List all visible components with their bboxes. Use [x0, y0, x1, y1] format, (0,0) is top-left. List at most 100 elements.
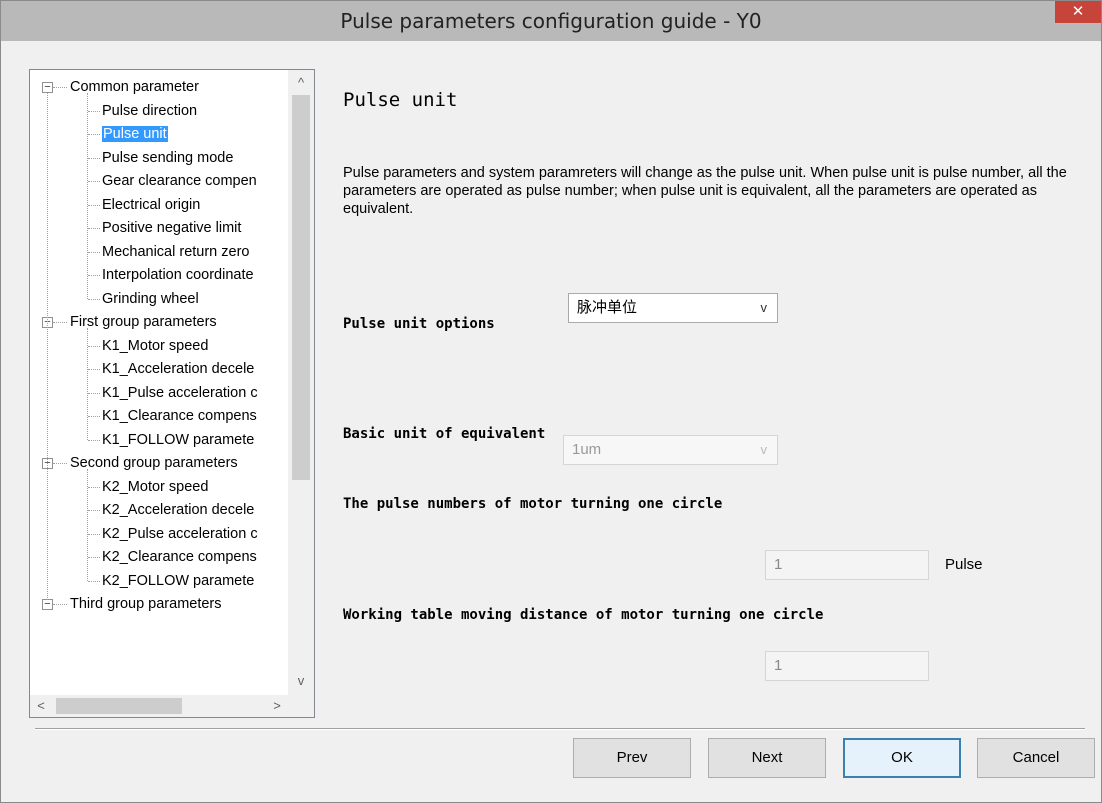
tree-connector	[88, 181, 100, 182]
tree-connector	[53, 322, 67, 323]
tree-connector	[88, 510, 100, 511]
tree-connector	[88, 557, 100, 558]
horizontal-scroll-thumb[interactable]	[56, 698, 182, 714]
tree-group[interactable]: Common parameter	[70, 76, 199, 98]
cancel-button[interactable]: Cancel	[977, 738, 1095, 778]
tree-connector	[88, 486, 100, 488]
collapse-icon[interactable]: −	[42, 82, 53, 93]
moving-distance-label: Working table moving distance of motor t…	[343, 607, 824, 623]
parameter-tree[interactable]: − Common parameter Pulse direction Pulse un…	[29, 69, 315, 718]
basic-unit-select[interactable]: 1um v	[563, 435, 778, 465]
tree-item[interactable]: K2_Pulse acceleration c	[102, 523, 258, 545]
tree-item[interactable]: Mechanical return zero	[102, 241, 250, 263]
tree-connector	[88, 416, 100, 417]
tree-item[interactable]: Pulse sending mode	[102, 147, 233, 169]
window-title: Pulse parameters configuration guide - Y…	[340, 9, 762, 33]
tree-connector	[88, 275, 100, 276]
tree-item[interactable]: K2_Clearance compens	[102, 546, 257, 568]
description-text: Pulse parameters and system paramreters …	[343, 165, 1067, 217]
tree-item-label: Gear clearance compen	[102, 173, 257, 189]
pulse-unit-value: 脉冲单位	[577, 299, 638, 316]
tree-connector	[87, 328, 88, 440]
tree-item-label: Interpolation coordinate	[102, 267, 254, 283]
tree-item[interactable]: Electrical origin	[102, 194, 200, 216]
footer-separator	[35, 728, 1085, 730]
tree-connector	[88, 110, 100, 112]
tree-connector	[88, 369, 100, 370]
tree-connector	[88, 439, 100, 441]
tree-connector	[88, 533, 100, 535]
tree-group[interactable]: Third group parameters	[70, 593, 222, 615]
tree-item-label: K1_Pulse acceleration c	[102, 384, 258, 401]
tree-connector	[88, 298, 100, 300]
horizontal-scrollbar[interactable]: < >	[30, 695, 288, 717]
tree-connector	[88, 345, 100, 347]
tree-item-label: K2_Acceleration decele	[102, 502, 255, 518]
ok-button[interactable]: OK	[843, 738, 961, 778]
page-heading: Pulse unit	[343, 89, 458, 111]
title-bar[interactable]: Pulse parameters configuration guide - Y…	[1, 1, 1101, 41]
tree-item[interactable]: K1_Pulse acceleration c	[102, 382, 258, 404]
scroll-left-icon[interactable]: <	[30, 695, 52, 717]
pulse-unit-suffix: Pulse	[945, 556, 983, 573]
tree-item[interactable]: Pulse unit	[102, 123, 168, 145]
tree-item-label: K2_Motor speed	[102, 478, 209, 495]
vertical-scroll-thumb[interactable]	[292, 95, 310, 480]
pulse-unit-options-label: Pulse unit options	[343, 316, 495, 332]
tree-item-label: K2_Pulse acceleration c	[102, 525, 258, 542]
tree-connector	[47, 93, 48, 600]
scroll-up-icon[interactable]: ^	[288, 72, 314, 94]
next-button[interactable]: Next	[708, 738, 826, 778]
tree-item[interactable]: K1_Acceleration decele	[102, 358, 254, 380]
scroll-down-icon[interactable]: v	[288, 670, 314, 692]
tree-connector	[88, 157, 100, 159]
tree-item-label: Pulse unit	[102, 126, 168, 142]
tree-item-label: Electrical origin	[102, 196, 201, 213]
tree-connector	[88, 204, 100, 206]
collapse-icon[interactable]: −	[42, 599, 53, 610]
tree-item-label: Pulse direction	[102, 102, 198, 119]
tree-group-label: Third group parameters	[70, 596, 222, 612]
pulse-numbers-input[interactable]: 1	[765, 550, 929, 580]
tree-item-label: Mechanical return zero	[102, 243, 250, 260]
tree-item[interactable]: Pulse direction	[102, 100, 197, 122]
tree-item-label: K1_Acceleration decele	[102, 361, 255, 377]
close-icon[interactable]: ✕	[1055, 1, 1101, 23]
tree-item-label: K1_Clearance compens	[102, 408, 257, 424]
scrollbar-corner	[288, 695, 314, 717]
tree-group-label: Common parameter	[70, 79, 199, 95]
tree-connector	[88, 134, 100, 135]
basic-unit-label: Basic unit of equivalent	[343, 426, 546, 442]
tree-item-label: Positive negative limit	[102, 220, 242, 236]
vertical-scrollbar[interactable]: ^ v	[288, 70, 314, 695]
tree-item-label: Grinding wheel	[102, 290, 199, 307]
tree-group-label: First group parameters	[70, 314, 217, 330]
tree-item[interactable]: K1_FOLLOW paramete	[102, 429, 254, 451]
tree-item[interactable]: K2_Acceleration decele	[102, 499, 254, 521]
tree-item[interactable]: Grinding wheel	[102, 288, 199, 310]
basic-unit-value: 1um	[572, 441, 602, 458]
chevron-down-icon: v	[760, 300, 768, 315]
tree-connector	[88, 392, 100, 394]
tree-item[interactable]: K1_Clearance compens	[102, 405, 257, 427]
dialog-window: Pulse parameters configuration guide - Y…	[0, 0, 1102, 803]
tree-group[interactable]: Second group parameters	[70, 452, 238, 474]
tree-item[interactable]: Gear clearance compen	[102, 170, 257, 192]
tree-item-label: K1_FOLLOW paramete	[102, 431, 255, 448]
tree-item[interactable]: K2_Motor speed	[102, 476, 208, 498]
tree-connector	[53, 604, 67, 605]
tree-item[interactable]: K2_FOLLOW paramete	[102, 570, 254, 592]
tree-item-label: K2_FOLLOW paramete	[102, 572, 255, 589]
tree-item[interactable]: Interpolation coordinate	[102, 264, 254, 286]
prev-button[interactable]: Prev	[573, 738, 691, 778]
tree-item-label: Pulse sending mode	[102, 149, 234, 166]
tree-group[interactable]: First group parameters	[70, 311, 217, 333]
moving-distance-input[interactable]: 1	[765, 651, 929, 681]
tree-connector	[87, 469, 88, 581]
scroll-right-icon[interactable]: >	[266, 695, 288, 717]
pulse-unit-select[interactable]: 脉冲单位 v	[568, 293, 778, 323]
tree-item[interactable]: K1_Motor speed	[102, 335, 208, 357]
tree-connector	[53, 463, 67, 464]
tree-item-label: K2_Clearance compens	[102, 549, 257, 565]
tree-item[interactable]: Positive negative limit	[102, 217, 241, 239]
